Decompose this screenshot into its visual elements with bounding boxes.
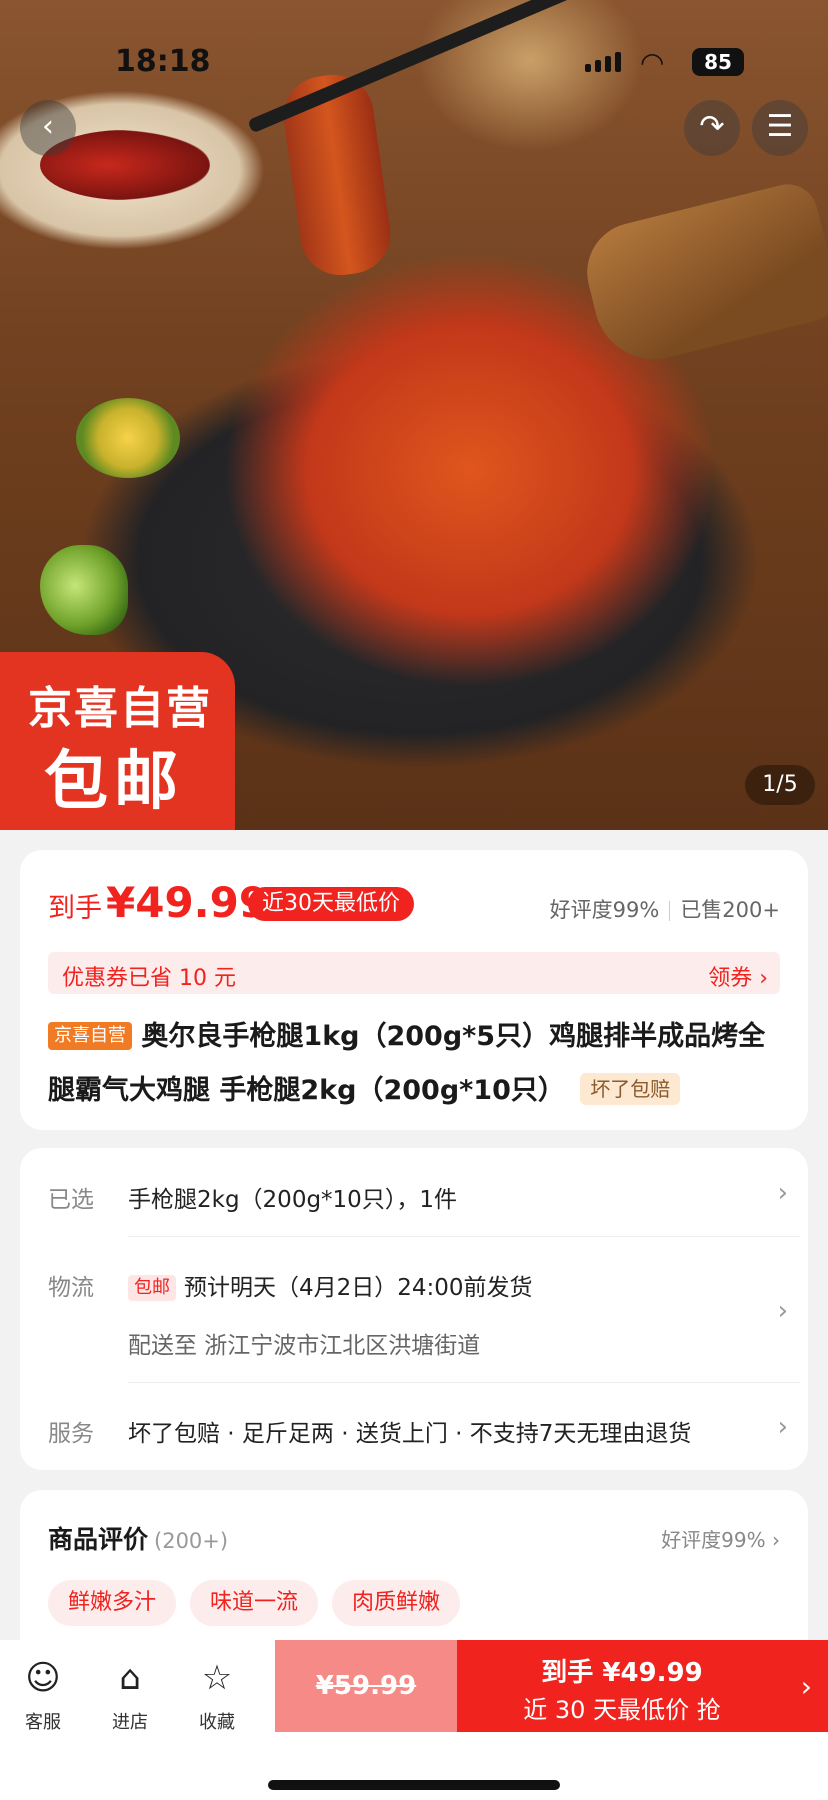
store-label: 进店 xyxy=(112,1712,148,1733)
product-image-gallery[interactable]: 18:18 ◠ 85 ‹ ↷ ☰ 京喜自营 包邮 1/5 xyxy=(0,0,828,830)
back-icon: ‹ xyxy=(42,109,54,144)
service-value: 坏了包赔 · 足斤足两 · 送货上门 · 不支持7天无理由退货 xyxy=(128,1421,692,1447)
service-row[interactable]: 服务 坏了包赔 · 足斤足两 · 送货上门 · 不支持7天无理由退货 › xyxy=(48,1412,788,1452)
logistics-label: 物流 xyxy=(48,1275,94,1301)
image-counter: 1/5 xyxy=(745,765,815,805)
chevron-right-icon: › xyxy=(777,1296,788,1326)
chevron-right-icon: › xyxy=(777,1412,788,1442)
favorite-label: 收藏 xyxy=(199,1712,235,1733)
share-icon: ↷ xyxy=(699,109,725,144)
separator xyxy=(669,901,671,921)
reviews-rating-link[interactable]: 好评度99% › xyxy=(661,1524,780,1553)
selected-label: 已选 xyxy=(48,1187,94,1213)
service-label: 客服 xyxy=(25,1712,61,1733)
coupon-text: 优惠券已省 10 元 xyxy=(62,966,236,991)
back-button[interactable]: ‹ xyxy=(20,100,76,156)
lime-decor xyxy=(76,398,180,478)
logistics-row[interactable]: 物流 包邮 预计明天（4月2日）24:00前发货 配送至 浙江宁波市江北区洪塘街道… xyxy=(48,1266,788,1359)
favorite-button[interactable]: ☆ 收藏 xyxy=(182,1654,252,1734)
rating-text: 好评度99% xyxy=(549,898,660,922)
wifi-icon: ◠ xyxy=(640,46,665,79)
customer-service-button[interactable]: ☺ 客服 xyxy=(8,1654,78,1734)
coupon-bar[interactable]: 优惠券已省 10 元 领券 › xyxy=(48,952,780,994)
price-value: ¥49.99 xyxy=(106,878,269,927)
price-label: 到手 xyxy=(48,893,102,924)
review-tag[interactable]: 肉质鲜嫩 xyxy=(332,1580,461,1626)
final-price: 到手 ¥49.99 xyxy=(48,878,268,927)
status-bar: 18:18 ◠ 85 xyxy=(0,40,828,84)
delivery-address: 配送至 浙江宁波市江北区洪塘街道 xyxy=(128,1333,481,1359)
badge-line1: 京喜自营 xyxy=(28,683,212,734)
share-button[interactable]: ↷ xyxy=(684,100,740,156)
price-card: 到手 ¥49.99 近30天最低价 好评度99% 已售200+ 优惠券已省 10 … xyxy=(20,850,808,1130)
review-tag[interactable]: 鲜嫩多汁 xyxy=(48,1580,177,1626)
favorites-list-button[interactable]: ☰ xyxy=(752,100,808,156)
battery-icon: 85 xyxy=(692,48,744,76)
service-icon: ☺ xyxy=(25,1658,61,1698)
selected-value: 手枪腿2kg（200g*10只），1件 xyxy=(128,1187,457,1213)
rating-sales: 好评度99% 已售200+ xyxy=(550,894,780,924)
shop-tag: 京喜自营 xyxy=(48,1022,132,1050)
reviews-title-text: 商品评价 xyxy=(48,1525,149,1554)
logistics-value: 包邮 预计明天（4月2日）24:00前发货 xyxy=(128,1268,533,1302)
reviews-count: (200+) xyxy=(154,1529,229,1553)
lime-decor xyxy=(40,545,128,635)
lowest-price-tag: 近30天最低价 xyxy=(248,887,414,921)
home-indicator xyxy=(268,1780,560,1790)
product-detail-page: 18:18 ◠ 85 ‹ ↷ ☰ 京喜自营 包邮 1/5 到手 ¥49.99 近… xyxy=(0,0,828,1800)
enter-store-button[interactable]: ⌂ 进店 xyxy=(95,1654,165,1734)
reviews-title: 商品评价 (200+) xyxy=(48,1520,228,1556)
get-coupon-link[interactable]: 领券 › xyxy=(708,960,768,992)
free-shipping-tag: 包邮 xyxy=(128,1275,176,1301)
chevron-right-icon: › xyxy=(777,1178,788,1208)
jx-free-shipping-badge: 京喜自营 包邮 xyxy=(0,652,235,830)
favorites-list-icon: ☰ xyxy=(766,109,794,144)
review-tags: 鲜嫩多汁 味道一流 肉质鲜嫩 xyxy=(48,1580,461,1626)
chevron-right-icon: › xyxy=(800,1670,812,1703)
options-card: 已选 手枪腿2kg（200g*10只），1件 › 物流 包邮 预计明天（4月2日）… xyxy=(20,1148,808,1470)
ship-time: 预计明天（4月2日）24:00前发货 xyxy=(184,1275,533,1301)
badge-line2: 包邮 xyxy=(44,745,184,819)
buy-price: 到手 ¥49.99 xyxy=(541,1658,703,1688)
signal-icon xyxy=(585,52,621,72)
pepper-mill-decor xyxy=(576,178,828,372)
store-icon: ⌂ xyxy=(119,1658,141,1698)
selected-row[interactable]: 已选 手枪腿2kg（200g*10只），1件 › xyxy=(48,1178,788,1218)
guarantee-tag: 坏了包赔 xyxy=(580,1073,681,1105)
service-label: 服务 xyxy=(48,1421,94,1447)
star-icon: ☆ xyxy=(201,1658,233,1698)
sold-count: 已售200+ xyxy=(680,898,780,922)
buy-now-button[interactable]: 到手 ¥49.99 近 30 天最低价 抢 › xyxy=(457,1640,828,1732)
buy-subtitle: 近 30 天最低价 抢 xyxy=(523,1696,721,1724)
original-price-button[interactable]: ¥59.99 xyxy=(275,1640,457,1732)
product-title: 京喜自营 奥尔良手枪腿1kg（200g*5只）鸡腿排半成品烤全腿霸气大鸡腿 手枪… xyxy=(48,1010,788,1118)
bottom-action-bar: ☺ 客服 ⌂ 进店 ☆ 收藏 ¥59.99 到手 ¥49.99 近 30 天最低… xyxy=(0,1640,828,1800)
status-time: 18:18 xyxy=(115,44,211,79)
divider xyxy=(128,1236,800,1237)
review-tag[interactable]: 味道一流 xyxy=(190,1580,319,1626)
divider xyxy=(128,1382,800,1383)
